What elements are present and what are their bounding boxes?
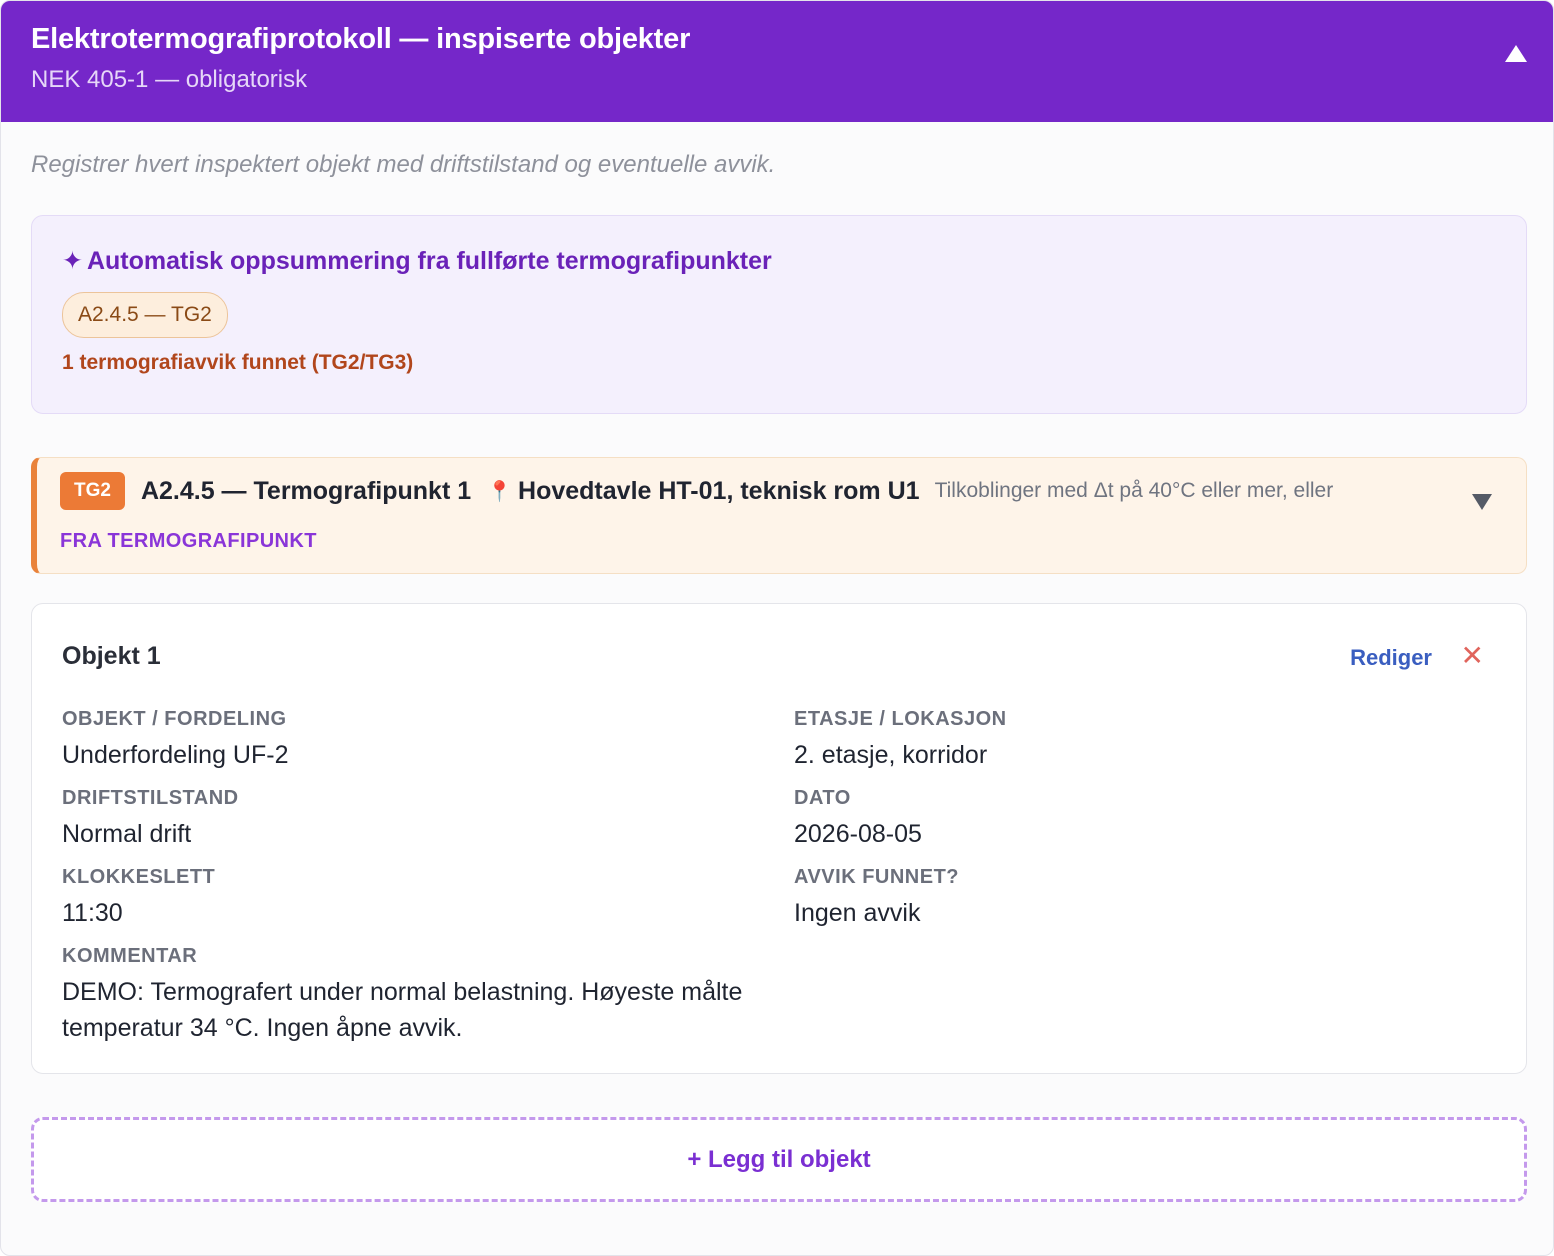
point-source-label: FRA TERMOGRAFIPUNKT <box>60 530 317 552</box>
field-value: Underfordeling UF-2 <box>62 741 289 769</box>
summary-chip: A2.4.5 — TG2 <box>62 292 228 338</box>
field-kommentar: KOMMENTAR DEMO: Termografert under norma… <box>62 945 762 1046</box>
field-value: 11:30 <box>62 899 123 927</box>
field-dato: DATO 2026-08-05 <box>794 787 1494 852</box>
triangle-up-icon[interactable] <box>1505 45 1527 62</box>
sparkle-icon: ✦ <box>62 247 83 275</box>
summary-title: ✦ Automatisk oppsummering fra fullførte t… <box>62 246 1496 276</box>
object-card: Objekt 1 Rediger ✕ OBJEKT / FORDELING Un… <box>31 603 1527 1074</box>
field-value: Ingen avvik <box>794 899 921 927</box>
field-value: DEMO: Termografert under normal belastni… <box>62 978 743 1042</box>
field-label: OBJEKT / FORDELING <box>62 708 287 730</box>
auto-summary-box: ✦ Automatisk oppsummering fra fullførte t… <box>31 215 1527 414</box>
field-value: 2026-08-05 <box>794 820 922 848</box>
field-label: KLOKKESLETT <box>62 866 216 888</box>
summary-deviation-note: 1 termografiavvik funnet (TG2/TG3) <box>62 351 414 374</box>
add-object-button[interactable]: + Legg til objekt <box>31 1117 1527 1202</box>
edit-button[interactable]: Rediger <box>1350 645 1432 671</box>
field-klokkeslett: KLOKKESLETT 11:30 <box>62 866 762 931</box>
point-name: A2.4.5 — Termografipunkt 1 <box>140 476 472 505</box>
field-label: ETASJE / LOKASJON <box>794 708 1007 730</box>
field-label: DATO <box>794 787 851 809</box>
panel-subtitle: NEK 405-1 — obligatorisk <box>31 66 308 93</box>
panel-title: Elektrotermografiprotokoll — inspiserte … <box>31 23 691 55</box>
point-location: Hovedtavle HT-01, teknisk rom U1 <box>518 476 920 505</box>
field-value: Normal drift <box>62 820 192 848</box>
field-avvik: AVVIK FUNNET? Ingen avvik <box>794 866 1494 931</box>
summary-title-text: Automatisk oppsummering fra fullførte te… <box>86 247 772 275</box>
field-label: AVVIK FUNNET? <box>794 866 960 888</box>
field-driftstilstand: DRIFTSTILSTAND Normal drift <box>62 787 762 852</box>
close-icon[interactable]: ✕ <box>1461 642 1484 670</box>
field-objekt: OBJEKT / FORDELING Underfordeling UF-2 <box>62 708 762 773</box>
object-title: Objekt 1 <box>62 642 161 670</box>
panel-header[interactable]: Elektrotermografiprotokoll — inspiserte … <box>1 1 1553 122</box>
tg-badge: TG2 <box>60 472 125 510</box>
intro-text: Registrer hvert inspektert objekt med dr… <box>31 151 776 178</box>
field-label: DRIFTSTILSTAND <box>62 787 239 809</box>
triangle-down-icon[interactable] <box>1472 494 1492 510</box>
thermography-point-card[interactable]: TG2 A2.4.5 — Termografipunkt 1 📍 Hovedta… <box>31 457 1527 574</box>
field-label: KOMMENTAR <box>62 945 198 967</box>
point-description: Tilkoblinger med Δt på 40°C eller mer, e… <box>934 479 1334 502</box>
field-value: 2. etasje, korridor <box>794 741 988 769</box>
location-pin-icon: 📍 <box>487 480 513 503</box>
field-etasje: ETASJE / LOKASJON 2. etasje, korridor <box>794 708 1494 773</box>
thermography-protocol-panel: Elektrotermografiprotokoll — inspiserte … <box>0 0 1554 1256</box>
